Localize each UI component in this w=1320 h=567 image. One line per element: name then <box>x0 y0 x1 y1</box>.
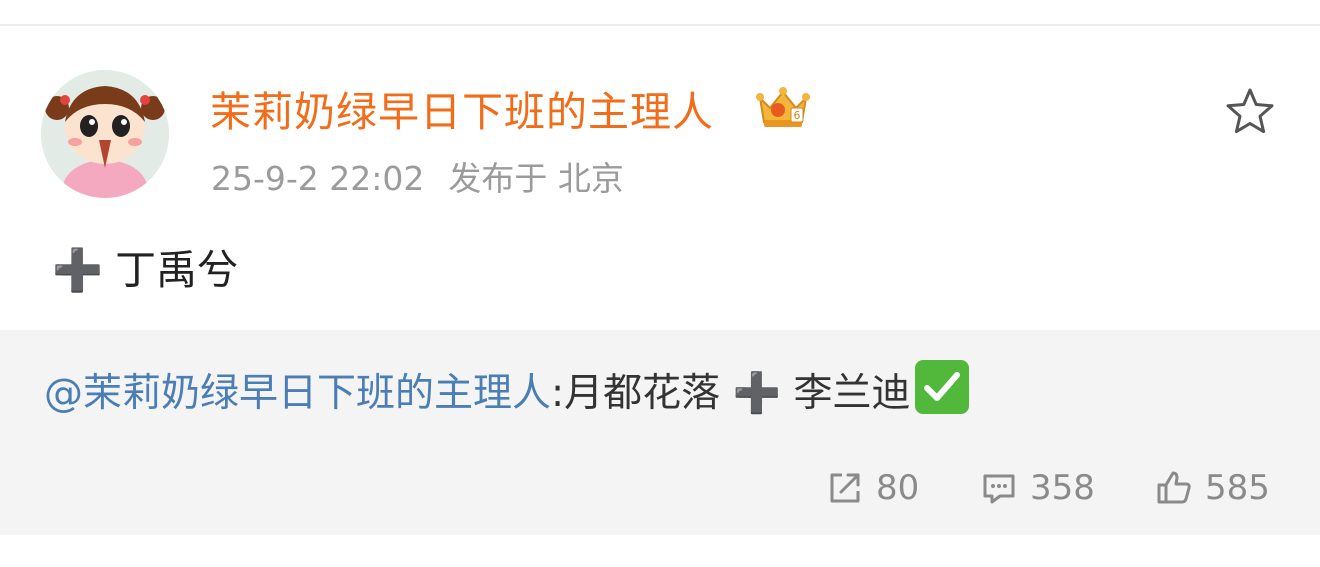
avatar[interactable] <box>41 70 169 198</box>
like-count: 585 <box>1205 468 1270 508</box>
repost-mention-link[interactable]: @茉莉奶绿早日下班的主理人 <box>44 371 551 416</box>
post-timestamp: 25-9-2 22:02 <box>211 159 425 198</box>
plus-icon: ➕ <box>52 246 104 294</box>
username[interactable]: 茉莉奶绿早日下班的主理人 <box>210 78 714 138</box>
post-content: ➕ 丁禹兮 <box>52 236 238 296</box>
post-location: 发布于 北京 <box>448 159 624 198</box>
like-button[interactable]: 585 <box>1155 468 1270 508</box>
repost-button[interactable]: 80 <box>826 468 919 508</box>
repost-line: @茉莉奶绿早日下班的主理人:月都花落 ➕ 李兰迪 <box>44 360 969 418</box>
repost-text: :月都花落 ➕ 李兰迪 <box>551 371 911 416</box>
post-meta: 25-9-2 22:02 发布于 北京 <box>211 152 624 200</box>
post-content-text: 丁禹兮 <box>115 246 239 294</box>
check-mark-icon <box>914 360 969 414</box>
avatar-cartoon-image <box>41 70 169 198</box>
comment-button[interactable]: 358 <box>980 468 1095 508</box>
favorite-star-icon[interactable] <box>1222 84 1278 140</box>
thumbs-up-icon <box>1157 471 1191 504</box>
crown-badge-icon[interactable]: 6 <box>754 84 812 130</box>
svg-text:6: 6 <box>794 109 801 122</box>
repost-count: 80 <box>876 468 920 508</box>
repost-block[interactable]: @茉莉奶绿早日下班的主理人:月都花落 ➕ 李兰迪 80 358 585 <box>0 330 1320 535</box>
share-icon <box>830 473 860 503</box>
comment-icon <box>983 474 1015 504</box>
comment-count: 358 <box>1030 468 1095 508</box>
